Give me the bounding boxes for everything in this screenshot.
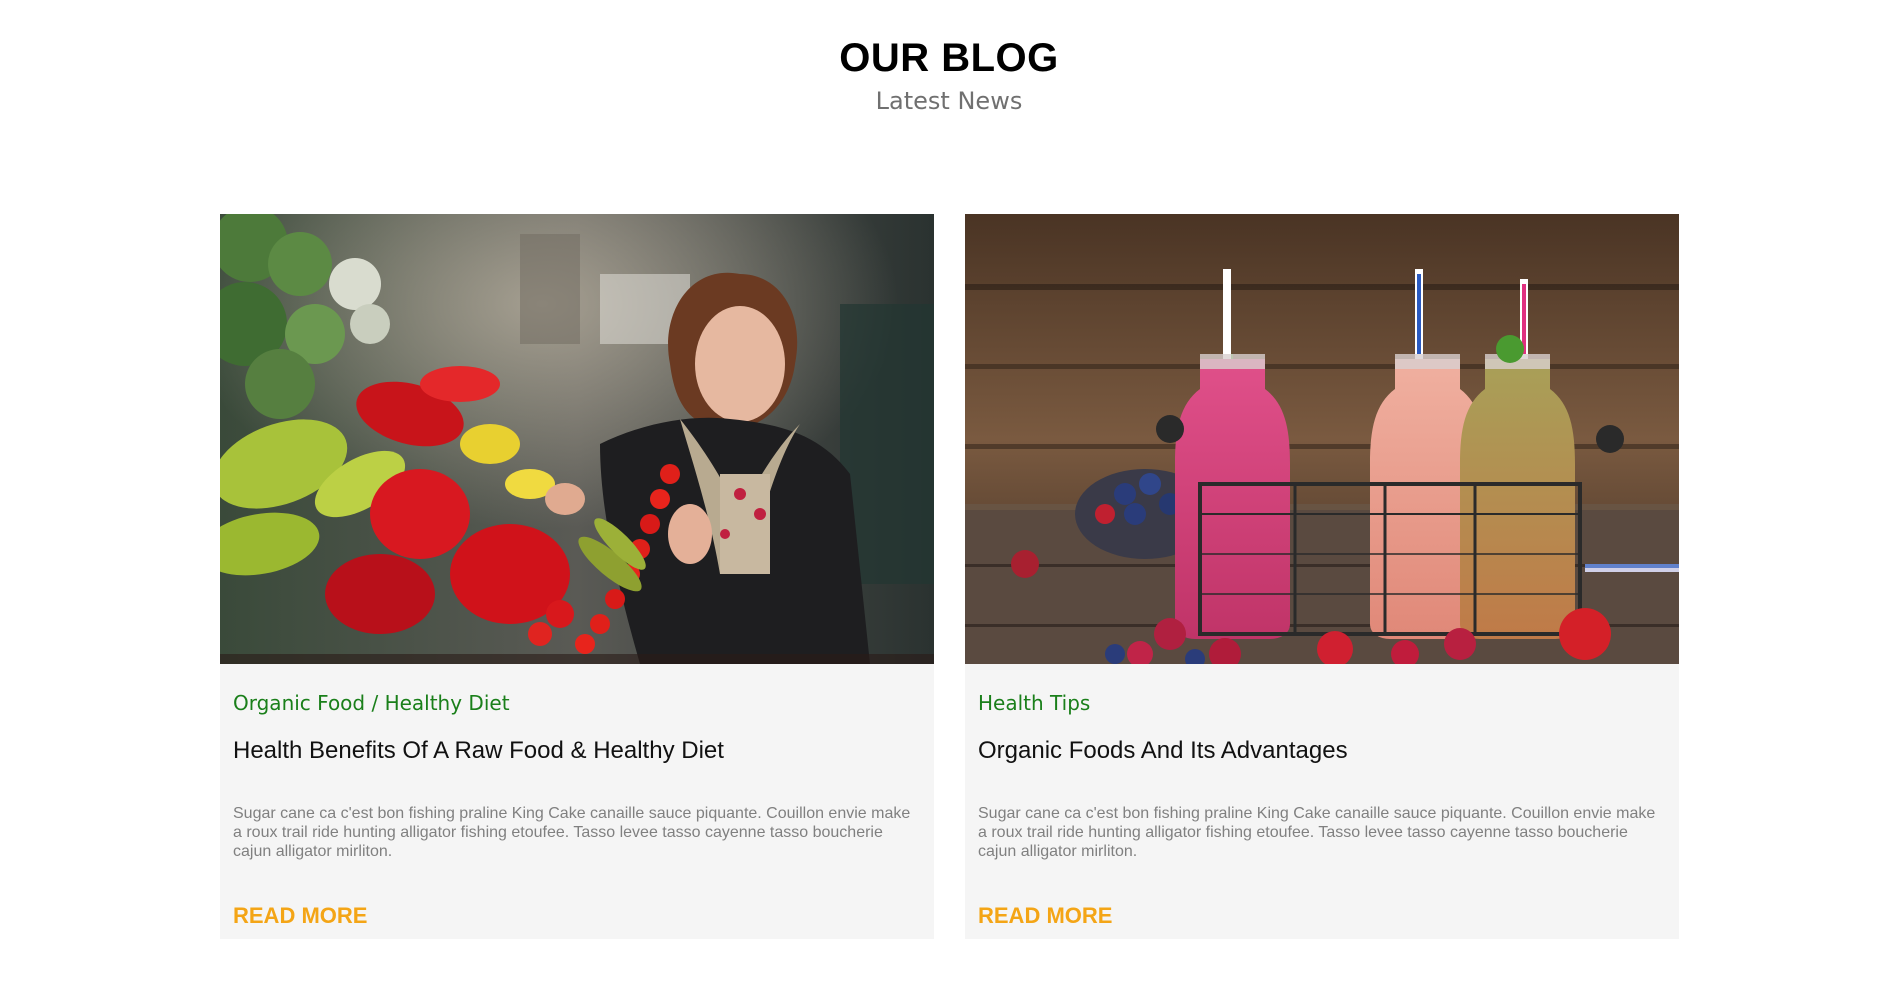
post-title[interactable]: Health Benefits Of A Raw Food & Healthy … (233, 735, 724, 767)
blog-section: OUR BLOG Latest News Organic Food / Heal… (0, 0, 1898, 996)
blog-card: Organic Food / Healthy Diet Health Benef… (220, 214, 934, 939)
post-excerpt: Sugar cane ca c'est bon fishing praline … (978, 805, 1656, 860)
post-title[interactable]: Organic Foods And Its Advantages (978, 735, 1348, 767)
read-more-link[interactable]: READ MORE (233, 901, 367, 931)
post-category[interactable]: Organic Food / Healthy Diet (233, 688, 510, 718)
read-more-link[interactable]: READ MORE (978, 901, 1112, 931)
post-image-smoothies[interactable] (965, 214, 1679, 664)
post-image-market[interactable] (220, 214, 934, 664)
blog-card: Health Tips Organic Foods And Its Advant… (965, 214, 1679, 939)
post-excerpt: Sugar cane ca c'est bon fishing praline … (233, 805, 911, 860)
section-header: OUR BLOG Latest News (0, 32, 1898, 118)
post-category[interactable]: Health Tips (978, 688, 1090, 718)
section-subtitle: Latest News (875, 87, 1023, 115)
section-title: OUR BLOG (839, 36, 1059, 80)
